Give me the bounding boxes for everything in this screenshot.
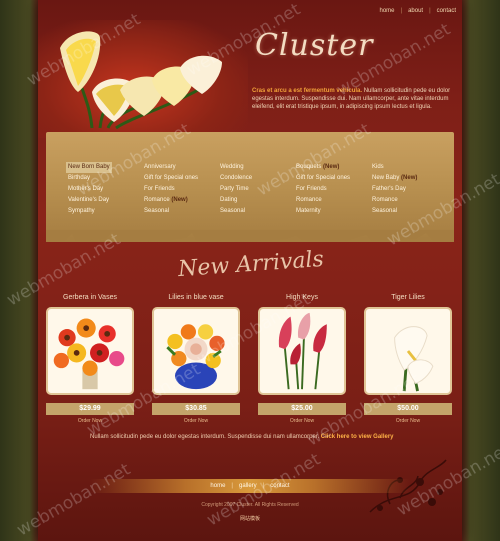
copyright-text: Copyright 2007 Cluster. All Rights Reser… <box>201 502 299 508</box>
footer-home-link[interactable]: home <box>210 479 225 493</box>
product-name: Lilies in blue vase <box>168 294 224 301</box>
nav-separator: | <box>429 8 431 14</box>
product-image[interactable] <box>364 307 452 395</box>
footer-contact-link[interactable]: contact <box>270 479 289 493</box>
order-now-link[interactable]: Order Now <box>150 418 242 424</box>
category-link[interactable]: For Friends <box>144 184 198 195</box>
gallery-promo: Nullam sollicitudin pede eu dolor egesta… <box>90 434 394 440</box>
category-link[interactable]: Mother's Day <box>68 184 112 195</box>
category-link[interactable]: Seasonal <box>144 206 198 217</box>
category-link[interactable]: Birthday <box>68 173 112 184</box>
product-price: $29.99 <box>46 403 134 415</box>
product-name: High Keys <box>286 294 318 301</box>
product-image[interactable] <box>258 307 346 395</box>
product-image[interactable] <box>152 307 240 395</box>
category-link[interactable]: Wedding <box>220 162 252 173</box>
category-link[interactable]: Romance <box>372 195 417 206</box>
gerbera-image <box>53 318 125 390</box>
nav-separator: | <box>400 8 403 14</box>
category-link[interactable]: Father's Day <box>372 184 417 195</box>
intro-bold: Cras et arcu a est fermentum vehicula. <box>252 88 363 94</box>
product-card[interactable]: Lilies in blue vase $30.85 Order Now <box>150 294 242 424</box>
product-price: $50.00 <box>364 403 452 415</box>
tulips-image <box>278 312 327 390</box>
category-link[interactable]: Bouquets (New) <box>296 162 350 173</box>
product-price: $30.85 <box>152 403 240 415</box>
promo-text: Nullam sollicitudin pede eu dolor egesta… <box>90 434 320 440</box>
category-link[interactable]: Seasonal <box>372 206 417 217</box>
footer-gallery-link[interactable]: gallery <box>239 479 257 493</box>
category-link[interactable]: Romance <box>296 195 350 206</box>
product-card[interactable]: Tiger Lilies $50.00 Order Now <box>362 294 454 424</box>
intro-text: Cras et arcu a est fermentum vehicula. N… <box>252 87 452 111</box>
category-link[interactable]: Kids <box>372 162 417 173</box>
category-col-1: New Born Baby Birthday Mother's Day Vale… <box>66 162 112 217</box>
product-card[interactable]: Gerbera in Vases $29.99 Order Now <box>44 294 136 424</box>
product-name: Gerbera in Vases <box>63 294 117 301</box>
calla-lilies-image <box>394 326 434 392</box>
top-nav: home | about | contact <box>379 8 456 14</box>
footer-separator: | <box>262 483 265 489</box>
order-now-link[interactable]: Order Now <box>256 418 348 424</box>
site-badge: 网站模板 <box>239 516 260 522</box>
lilies-vase-image <box>166 324 225 390</box>
new-tag: (New) <box>323 164 340 170</box>
product-price: $25.00 <box>258 403 346 415</box>
footer-nav: home | gallery | contact <box>90 479 410 493</box>
category-link[interactable]: Dating <box>220 195 252 206</box>
category-link[interactable]: Party Time <box>220 184 252 195</box>
category-link[interactable]: Maternity <box>296 206 350 217</box>
site-logo[interactable]: Cluster <box>255 28 373 63</box>
category-col-2: Anniversary Gift for Special ones For Fr… <box>144 162 198 217</box>
view-gallery-link[interactable]: Click here to view Gallery <box>321 434 394 440</box>
category-link[interactable]: Seasonal <box>220 206 252 217</box>
category-link[interactable]: For Friends <box>296 184 350 195</box>
new-tag: (New) <box>401 175 418 181</box>
order-now-link[interactable]: Order Now <box>44 418 136 424</box>
category-link[interactable]: Gift for Special ones <box>144 173 198 184</box>
nav-home-link[interactable]: home <box>379 8 394 14</box>
product-card[interactable]: High Keys $25.00 Order Now <box>256 294 348 424</box>
category-link[interactable]: New Baby (New) <box>372 173 417 184</box>
product-name: Tiger Lilies <box>391 294 425 301</box>
category-link[interactable]: Sympathy <box>68 206 112 217</box>
category-col-3: Wedding Condolence Party Time Dating Sea… <box>220 162 252 217</box>
order-now-link[interactable]: Order Now <box>362 418 454 424</box>
grass-border <box>46 230 454 242</box>
category-link[interactable]: Anniversary <box>144 162 198 173</box>
category-link[interactable]: New Born Baby <box>66 162 112 173</box>
category-col-5: Kids New Baby (New) Father's Day Romance… <box>372 162 417 217</box>
category-panel: New Born Baby Birthday Mother's Day Vale… <box>46 132 454 242</box>
nav-about-link[interactable]: about <box>408 8 423 14</box>
footer-separator: | <box>231 483 233 489</box>
calla-lily-image <box>60 31 222 130</box>
category-link[interactable]: Gift for Special ones <box>296 173 350 184</box>
product-image[interactable] <box>46 307 134 395</box>
nav-contact-link[interactable]: contact <box>437 8 456 14</box>
new-tag: (New) <box>171 197 188 203</box>
category-col-4: Bouquets (New) Gift for Special ones For… <box>296 162 350 217</box>
category-link[interactable]: Condolence <box>220 173 252 184</box>
category-link[interactable]: Valentine's Day <box>68 195 112 206</box>
category-link[interactable]: Romance (New) <box>144 195 198 206</box>
